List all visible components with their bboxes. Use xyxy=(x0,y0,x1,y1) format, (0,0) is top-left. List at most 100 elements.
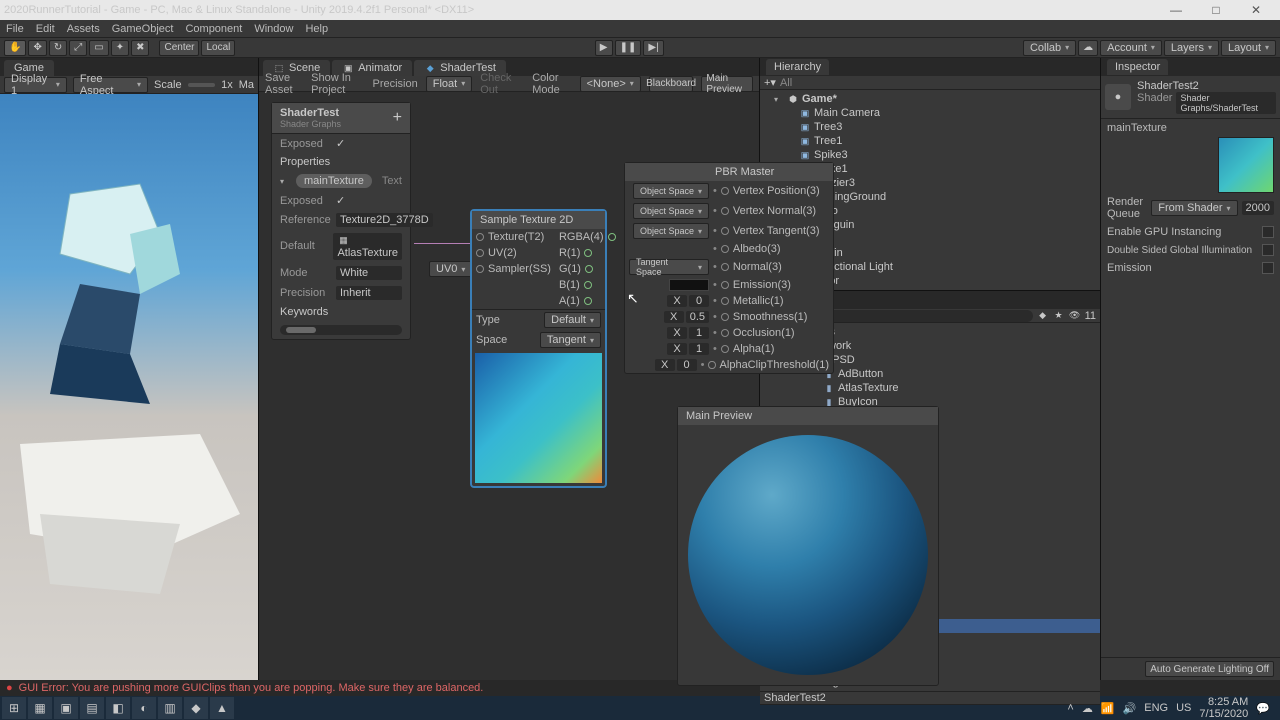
pbr-input-row[interactable]: X1•Occlusion(1) xyxy=(625,325,833,341)
filter-icon[interactable]: ◆ xyxy=(1037,310,1049,322)
tray-cloud-icon[interactable]: ☁ xyxy=(1082,702,1093,715)
taskbar-app-7[interactable]: ◆ xyxy=(184,697,208,719)
play-button[interactable]: ▶ xyxy=(595,40,613,56)
port-in[interactable] xyxy=(721,263,729,271)
port-in[interactable] xyxy=(721,281,729,289)
tray-notifications-icon[interactable]: 💬 xyxy=(1256,702,1270,715)
system-tray[interactable]: ˄ ☁ 📶 🔊 ENG US 8:25 AM 7/15/2020 💬 xyxy=(1059,696,1278,720)
menu-gameobject[interactable]: GameObject xyxy=(112,23,174,35)
taskbar-app-3[interactable]: ▤ xyxy=(80,697,104,719)
tab-inspector[interactable]: Inspector xyxy=(1107,59,1168,75)
port-in[interactable] xyxy=(721,207,729,215)
blackboard-scrollbar[interactable] xyxy=(280,325,402,335)
menu-component[interactable]: Component xyxy=(185,23,242,35)
rotate-tool-icon[interactable]: ↻ xyxy=(49,40,67,56)
account-dropdown[interactable]: Account xyxy=(1100,40,1162,56)
checkout-button[interactable]: Check Out xyxy=(480,72,516,96)
layout-dropdown[interactable]: Layout xyxy=(1221,40,1276,56)
shadergraph-panel[interactable]: ⬚Scene ▣Animator ◆ShaderTest Save Asset … xyxy=(258,58,760,680)
space-dropdown[interactable]: Object Space xyxy=(633,223,709,239)
taskbar-app-8[interactable]: ▲ xyxy=(210,697,234,719)
edge-maintexture-to-sample[interactable] xyxy=(414,243,472,244)
space-toggle[interactable]: Local xyxy=(201,40,235,56)
port-in-texture[interactable] xyxy=(476,233,484,241)
sample-type-dropdown[interactable]: Default xyxy=(544,312,601,328)
autogenerate-button[interactable]: Auto Generate Lighting Off xyxy=(1145,661,1274,677)
hand-tool-icon[interactable]: ✋ xyxy=(4,40,26,56)
port-out-r[interactable] xyxy=(584,249,592,257)
node-pbr-master[interactable]: PBR Master Object Space•Vertex Position(… xyxy=(624,162,834,374)
taskbar-app-6[interactable]: ▥ xyxy=(158,697,182,719)
tab-hierarchy[interactable]: Hierarchy xyxy=(766,59,829,75)
aspect-dropdown[interactable]: Free Aspect xyxy=(73,77,148,93)
inspector-name[interactable]: ShaderTest2 xyxy=(1137,80,1276,92)
maximize-icon[interactable]: □ xyxy=(1196,3,1236,17)
value-field[interactable]: 1 xyxy=(689,343,709,355)
pbr-input-row[interactable]: •Emission(3) xyxy=(625,277,833,293)
hierarchy-create-button[interactable]: +▾ xyxy=(764,76,776,89)
precision-dropdown[interactable]: Float xyxy=(426,76,472,92)
value-field[interactable]: 0 xyxy=(677,359,697,371)
layers-dropdown[interactable]: Layers xyxy=(1164,40,1219,56)
pbr-input-row[interactable]: Object Space•Vertex Tangent(3) xyxy=(625,221,833,241)
maintexture-slot[interactable] xyxy=(1218,137,1274,193)
port-in[interactable] xyxy=(721,297,729,305)
shader-dropdown[interactable]: Shader Graphs/ShaderTest xyxy=(1176,92,1276,114)
collab-dropdown[interactable]: Collab xyxy=(1023,40,1076,56)
pbr-input-row[interactable]: Object Space•Vertex Position(3) xyxy=(625,181,833,201)
tray-expand-icon[interactable]: ˄ xyxy=(1067,702,1073,714)
hierarchy-item[interactable]: ▣Main Camera xyxy=(760,106,1100,120)
space-dropdown[interactable]: Object Space xyxy=(633,183,709,199)
colormode-dropdown[interactable]: <None> xyxy=(580,76,641,92)
save-asset-button[interactable]: Save Asset xyxy=(265,72,303,96)
rect-tool-icon[interactable]: ▭ xyxy=(89,40,108,56)
custom-tool-icon[interactable]: ✖ xyxy=(131,40,149,56)
game-viewport[interactable] xyxy=(0,94,258,680)
pivot-toggle[interactable]: Center xyxy=(159,40,199,56)
menu-file[interactable]: File xyxy=(6,23,24,35)
pause-button[interactable]: ❚❚ xyxy=(615,40,642,56)
close-icon[interactable]: ✕ xyxy=(1236,3,1276,17)
step-button[interactable]: ▶| xyxy=(643,40,663,56)
hierarchy-item[interactable]: ▣Tree3 xyxy=(760,120,1100,134)
precision-field[interactable]: Inherit xyxy=(336,286,402,300)
hierarchy-item[interactable]: ▣Spike3 xyxy=(760,148,1100,162)
display-dropdown[interactable]: Display 1 xyxy=(4,77,67,93)
reference-field[interactable]: Texture2D_3778D xyxy=(336,213,433,227)
add-property-button[interactable]: + xyxy=(393,109,402,127)
show-in-project-button[interactable]: Show In Project xyxy=(311,72,364,96)
color-swatch[interactable] xyxy=(669,279,709,291)
favorite-icon[interactable]: ★ xyxy=(1053,310,1065,322)
mainpreview-toggle[interactable]: Main Preview xyxy=(701,76,753,92)
port-in[interactable] xyxy=(721,227,729,235)
port-in[interactable] xyxy=(721,345,729,353)
space-dropdown[interactable]: Tangent Space xyxy=(629,259,709,275)
taskbar-app-4[interactable]: ◧ xyxy=(106,697,130,719)
transform-tool-icon[interactable]: ✦ xyxy=(111,40,129,56)
pbr-input-row[interactable]: X0•AlphaClipThreshold(1) xyxy=(625,357,833,373)
scale-slider[interactable] xyxy=(188,83,216,87)
node-sample-texture2d[interactable]: Sample Texture 2D Texture(T2) UV(2) Samp… xyxy=(471,210,606,487)
sample-space-dropdown[interactable]: Tangent xyxy=(540,332,601,348)
property-pill[interactable]: mainTexture xyxy=(296,174,372,188)
port-out-b[interactable] xyxy=(584,281,592,289)
value-field[interactable]: 0.5 xyxy=(686,311,709,323)
gpu-instancing-checkbox[interactable] xyxy=(1262,226,1274,238)
uv-dropdown[interactable]: UV0 xyxy=(429,261,472,277)
pbr-input-row[interactable]: Tangent Space•Normal(3) xyxy=(625,257,833,277)
hierarchy-item[interactable]: ▣Tree1 xyxy=(760,134,1100,148)
port-out-rgba[interactable] xyxy=(608,233,616,241)
space-dropdown[interactable]: Object Space xyxy=(633,203,709,219)
port-out-a[interactable] xyxy=(584,297,592,305)
menu-help[interactable]: Help xyxy=(305,23,328,35)
dsgi-checkbox[interactable] xyxy=(1262,244,1274,256)
port-in-uv[interactable] xyxy=(476,249,484,257)
pbr-input-row[interactable]: X0•Metallic(1) xyxy=(625,293,833,309)
hidden-icon[interactable]: 👁 xyxy=(1069,310,1081,322)
blackboard-toggle[interactable]: Blackboard xyxy=(649,76,694,92)
emission-checkbox[interactable] xyxy=(1262,262,1274,274)
port-in[interactable] xyxy=(708,361,715,369)
port-in[interactable] xyxy=(721,329,729,337)
error-icon[interactable]: ● xyxy=(6,682,13,694)
blackboard[interactable]: ShaderTest Shader Graphs + Exposed✓ Prop… xyxy=(271,102,411,340)
